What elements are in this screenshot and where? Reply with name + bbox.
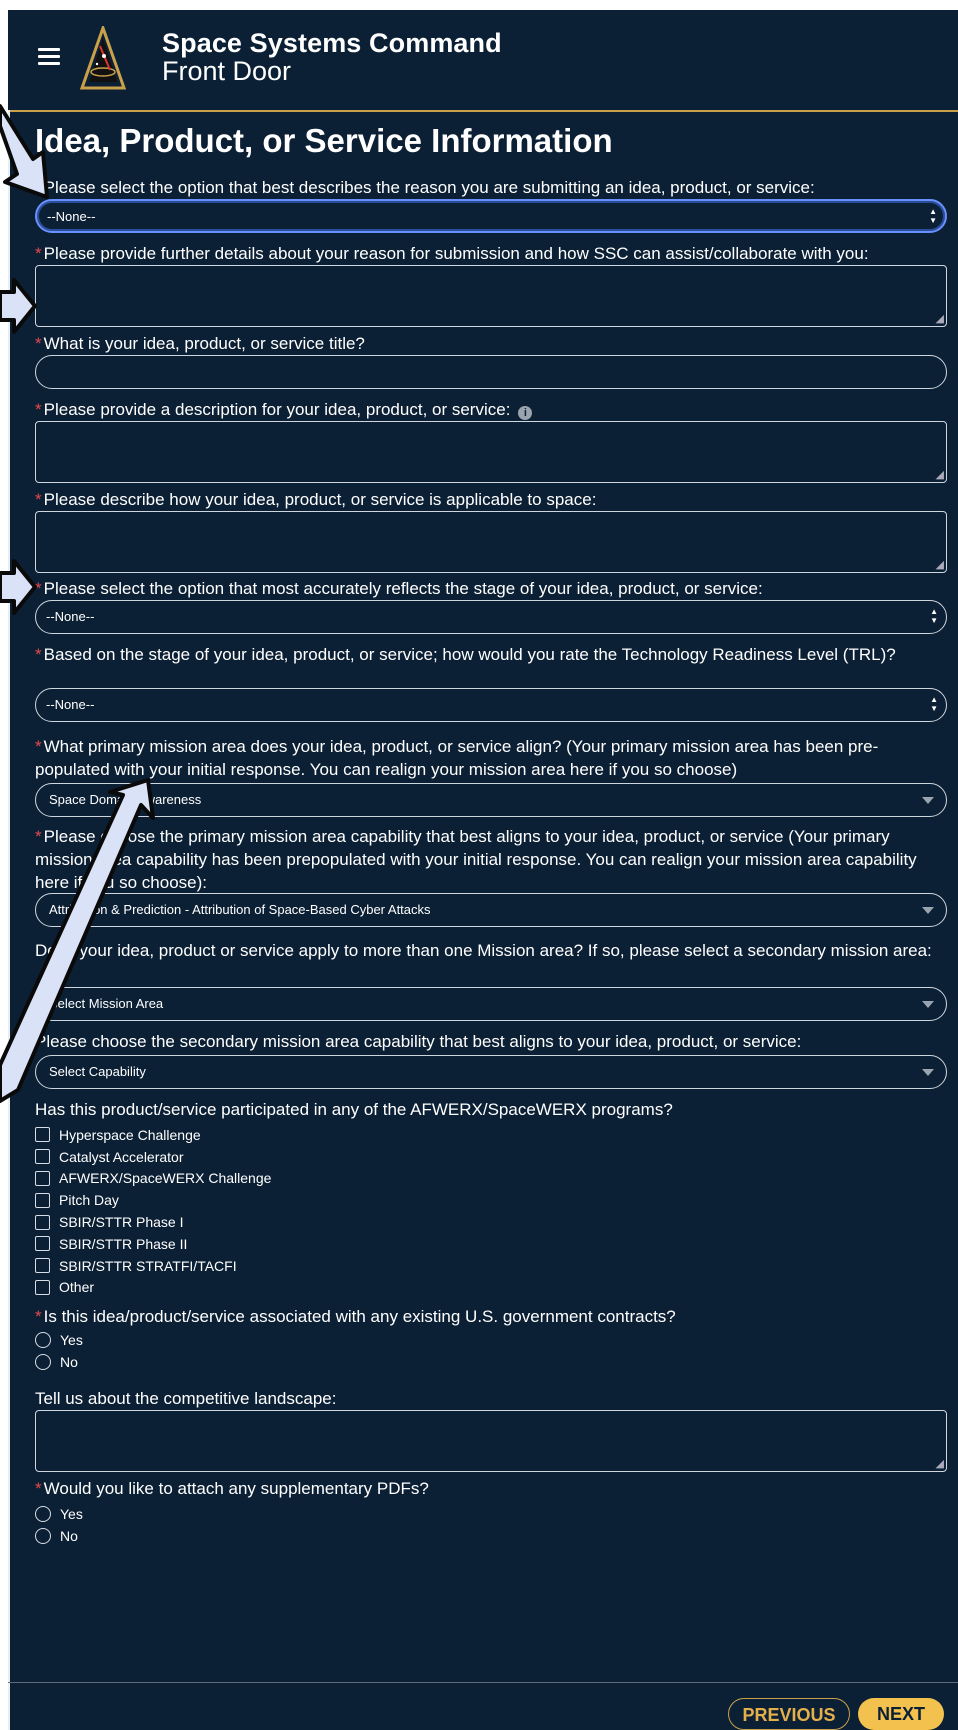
stage-label: * Please select the option that most accu… (35, 579, 763, 598)
title-input[interactable] (35, 355, 947, 389)
required-mark: * (35, 827, 42, 846)
trl-label: * Based on the stage of your idea, produc… (35, 645, 896, 664)
required-mark: * (35, 737, 42, 756)
app-frame: Space Systems Command Front Door Idea, P… (8, 10, 958, 1730)
program-option[interactable]: AFWERX/SpaceWERX Challenge (35, 1168, 271, 1190)
reason-label: * Please select the option that best desc… (35, 178, 815, 197)
secondary-capability-label: Please choose the secondary mission area… (35, 1032, 802, 1051)
secondary-mission-label: Does your idea, product or service apply… (35, 941, 932, 960)
radio-button[interactable] (35, 1332, 51, 1348)
checkbox[interactable] (35, 1279, 50, 1295)
caret-down-icon (922, 1069, 934, 1076)
primary-capability-combobox[interactable]: Attribution & Prediction - Attribution o… (35, 893, 947, 927)
checkbox[interactable] (35, 1192, 50, 1208)
space-applicability-label: * Please describe how your idea, product,… (35, 490, 597, 509)
required-mark: * (35, 645, 42, 664)
next-button[interactable]: NEXT (858, 1698, 944, 1730)
reason-select[interactable]: --None-- ▲ ▼ (35, 199, 947, 233)
radio-option-yes[interactable]: Yes (35, 1329, 83, 1351)
checkbox[interactable] (35, 1258, 50, 1274)
footer-divider (8, 1682, 958, 1683)
updown-icon: ▲ ▼ (929, 207, 937, 225)
checkbox[interactable] (35, 1127, 50, 1143)
trl-select[interactable]: --None-- ▲ ▼ (35, 688, 947, 722)
program-option[interactable]: Hyperspace Challenge (35, 1124, 271, 1146)
programs-label: Has this product/service participated in… (35, 1100, 673, 1119)
previous-button[interactable]: PREVIOUS (728, 1698, 850, 1730)
required-mark: * (35, 244, 42, 263)
pdfs-label: * Would you like to attach any supplement… (35, 1479, 429, 1498)
title-label: * What is your idea, product, or service … (35, 334, 365, 353)
info-icon[interactable]: i (518, 406, 533, 420)
further-details-label: * Please provide further details about yo… (35, 244, 869, 263)
required-mark: * (35, 579, 42, 598)
gov-contracts-radio-group: Yes No (35, 1329, 83, 1373)
resize-grip-icon[interactable]: ◢ (936, 470, 944, 481)
hamburger-icon[interactable] (38, 48, 60, 66)
resize-grip-icon[interactable]: ◢ (936, 560, 944, 571)
radio-option-no[interactable]: No (35, 1525, 83, 1547)
secondary-capability-combobox[interactable]: Select Capability (35, 1055, 947, 1089)
program-option[interactable]: Pitch Day (35, 1189, 271, 1211)
stage-select[interactable]: --None-- ▲ ▼ (35, 600, 947, 634)
checkbox[interactable] (35, 1214, 50, 1230)
app-header: Space Systems Command Front Door (8, 10, 958, 112)
checkbox[interactable] (35, 1149, 50, 1165)
required-mark: * (35, 490, 42, 509)
radio-option-yes[interactable]: Yes (35, 1503, 83, 1525)
app-subtitle: Front Door (162, 56, 292, 86)
caret-down-icon (922, 1001, 934, 1008)
program-option[interactable]: SBIR/STTR Phase I (35, 1211, 271, 1233)
further-details-textarea[interactable]: ◢ (35, 265, 947, 327)
competitive-textarea[interactable]: ◢ (35, 1410, 947, 1472)
program-option[interactable]: Catalyst Accelerator (35, 1146, 271, 1168)
description-textarea[interactable]: ◢ (35, 421, 947, 483)
caret-down-icon (922, 907, 934, 914)
program-option[interactable]: SBIR/STTR Phase II (35, 1233, 271, 1255)
radio-button[interactable] (35, 1528, 51, 1544)
checkbox[interactable] (35, 1170, 50, 1186)
primary-mission-combobox[interactable]: Space Domain Awareness (35, 783, 947, 817)
page-title: Idea, Product, or Service Information (35, 122, 613, 159)
pdfs-radio-group: Yes No (35, 1503, 83, 1547)
space-applicability-textarea[interactable]: ◢ (35, 511, 947, 573)
required-mark: * (35, 1307, 42, 1326)
gov-contracts-label: * Is this idea/product/service associated… (35, 1307, 676, 1326)
program-option[interactable]: SBIR/STTR STRATFI/TACFI (35, 1255, 271, 1277)
programs-checkbox-group: Hyperspace Challenge Catalyst Accelerato… (35, 1124, 271, 1298)
radio-option-no[interactable]: No (35, 1351, 83, 1373)
app-title: Space Systems Command (162, 28, 502, 58)
description-label: * Please provide a description for your i… (35, 398, 947, 421)
left-rule (8, 110, 10, 1730)
required-mark: * (35, 334, 42, 353)
required-mark: * (35, 400, 42, 419)
secondary-mission-combobox[interactable]: Select Mission Area (35, 987, 947, 1021)
resize-grip-icon[interactable]: ◢ (936, 314, 944, 325)
resize-grip-icon[interactable]: ◢ (936, 1459, 944, 1470)
updown-icon: ▲ ▼ (930, 607, 938, 625)
radio-button[interactable] (35, 1506, 51, 1522)
checkbox[interactable] (35, 1236, 50, 1252)
primary-capability-label: * Please choose the primary mission area … (35, 827, 917, 892)
required-mark: * (35, 1479, 42, 1498)
caret-down-icon (922, 797, 934, 804)
radio-button[interactable] (35, 1354, 51, 1370)
required-mark: * (35, 178, 42, 197)
program-option[interactable]: Other (35, 1277, 271, 1299)
updown-icon: ▲ ▼ (930, 695, 938, 713)
competitive-label: Tell us about the competitive landscape: (35, 1389, 337, 1408)
primary-mission-label: * What primary mission area does your ide… (35, 737, 879, 779)
ssc-logo-icon (80, 26, 126, 90)
